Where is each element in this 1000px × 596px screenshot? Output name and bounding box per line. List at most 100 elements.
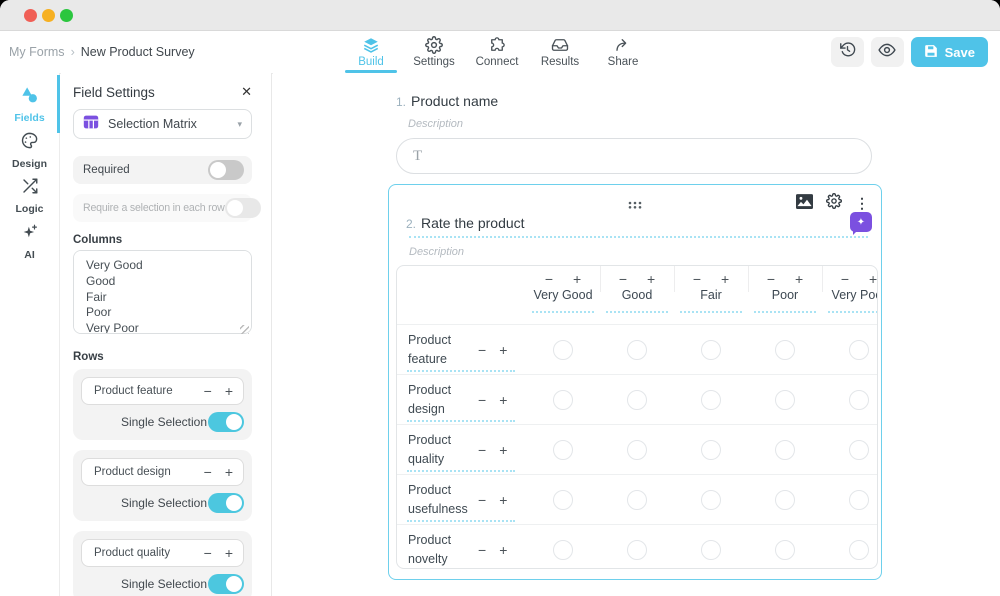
rail-item-ai[interactable]: AI bbox=[0, 219, 59, 265]
single-selection-toggle[interactable] bbox=[208, 412, 244, 432]
radio-option[interactable] bbox=[627, 440, 647, 460]
row-label-input[interactable] bbox=[92, 465, 198, 479]
matrix-row-label[interactable]: Product design bbox=[408, 381, 472, 419]
radio-option[interactable] bbox=[553, 490, 573, 510]
radio-option[interactable] bbox=[701, 490, 721, 510]
tab-build[interactable]: Build bbox=[343, 31, 399, 73]
remove-column-button[interactable]: − bbox=[693, 272, 701, 286]
ai-assistant-button[interactable]: ✦ bbox=[850, 212, 872, 232]
close-panel-icon[interactable]: ✕ bbox=[241, 84, 252, 100]
matrix-column-label[interactable]: Good bbox=[622, 288, 653, 302]
remove-row-button[interactable]: − bbox=[204, 465, 212, 479]
remove-row-button[interactable]: − bbox=[478, 493, 486, 507]
radio-option[interactable] bbox=[849, 440, 869, 460]
add-column-button[interactable]: + bbox=[647, 272, 655, 286]
radio-option[interactable] bbox=[553, 390, 573, 410]
radio-option[interactable] bbox=[849, 390, 869, 410]
remove-row-button[interactable]: − bbox=[478, 543, 486, 557]
minimize-window-icon[interactable] bbox=[42, 9, 55, 22]
radio-option[interactable] bbox=[849, 540, 869, 560]
add-row-button[interactable]: + bbox=[225, 465, 233, 479]
zoom-window-icon[interactable] bbox=[60, 9, 73, 22]
radio-option[interactable] bbox=[627, 390, 647, 410]
columns-textarea[interactable]: Very Good Good Fair Poor Very Poor bbox=[73, 250, 252, 334]
remove-row-button[interactable]: − bbox=[204, 546, 212, 560]
tab-connect[interactable]: Connect bbox=[469, 31, 525, 73]
add-row-button[interactable]: + bbox=[225, 546, 233, 560]
matrix-column-label[interactable]: Poor bbox=[772, 288, 798, 302]
add-row-button[interactable]: + bbox=[499, 493, 507, 507]
question-title[interactable]: Rate the product bbox=[421, 215, 525, 231]
radio-option[interactable] bbox=[627, 340, 647, 360]
radio-option[interactable] bbox=[775, 340, 795, 360]
question-title[interactable]: Product name bbox=[411, 93, 498, 109]
radio-option[interactable] bbox=[701, 540, 721, 560]
radio-option[interactable] bbox=[849, 490, 869, 510]
remove-column-button[interactable]: − bbox=[767, 272, 775, 286]
remove-column-button[interactable]: − bbox=[545, 272, 553, 286]
gear-icon[interactable] bbox=[826, 193, 842, 214]
remove-row-button[interactable]: − bbox=[478, 443, 486, 457]
radio-option[interactable] bbox=[701, 390, 721, 410]
radio-option[interactable] bbox=[553, 340, 573, 360]
more-options-icon[interactable]: ⋮ bbox=[855, 195, 869, 212]
radio-option[interactable] bbox=[775, 540, 795, 560]
single-selection-toggle[interactable] bbox=[208, 493, 244, 513]
radio-option[interactable] bbox=[775, 390, 795, 410]
revision-history-button[interactable] bbox=[831, 37, 864, 67]
matrix-column-label[interactable]: Very Good bbox=[533, 288, 592, 302]
row-label-input[interactable] bbox=[92, 546, 198, 560]
radio-option[interactable] bbox=[627, 540, 647, 560]
remove-column-button[interactable]: − bbox=[619, 272, 627, 286]
close-window-icon[interactable] bbox=[24, 9, 37, 22]
resize-handle[interactable] bbox=[240, 325, 249, 334]
breadcrumb-my-forms[interactable]: My Forms bbox=[9, 45, 65, 59]
matrix-row-label[interactable]: Product feature bbox=[408, 331, 472, 369]
drag-handle-icon[interactable] bbox=[628, 196, 643, 214]
add-row-button[interactable]: + bbox=[499, 543, 507, 557]
radio-option[interactable] bbox=[553, 440, 573, 460]
question-description-placeholder[interactable]: Description bbox=[388, 118, 900, 130]
radio-option[interactable] bbox=[627, 490, 647, 510]
row-label-input[interactable] bbox=[92, 384, 198, 398]
radio-option[interactable] bbox=[701, 340, 721, 360]
question-2-selected-card[interactable]: ⋮ 2. Rate the product ✦ Description bbox=[388, 184, 882, 580]
remove-row-button[interactable]: − bbox=[478, 393, 486, 407]
add-row-button[interactable]: + bbox=[499, 393, 507, 407]
matrix-column-label[interactable]: Fair bbox=[700, 288, 722, 302]
preview-form-button[interactable] bbox=[871, 37, 904, 67]
tab-share[interactable]: Share bbox=[595, 31, 651, 73]
required-toggle[interactable] bbox=[208, 160, 244, 180]
radio-option[interactable] bbox=[701, 440, 721, 460]
matrix-row-label[interactable]: Product usefulness bbox=[408, 481, 472, 519]
matrix-row-label[interactable]: Product quality bbox=[408, 431, 472, 469]
radio-option[interactable] bbox=[849, 340, 869, 360]
add-column-button[interactable]: + bbox=[869, 272, 877, 286]
add-column-button[interactable]: + bbox=[795, 272, 803, 286]
add-column-button[interactable]: + bbox=[721, 272, 729, 286]
rail-item-fields[interactable]: Fields bbox=[0, 81, 59, 127]
tab-settings[interactable]: Settings bbox=[406, 31, 462, 73]
add-column-button[interactable]: + bbox=[573, 272, 581, 286]
radio-option[interactable] bbox=[553, 540, 573, 560]
add-row-button[interactable]: + bbox=[499, 443, 507, 457]
question-description-placeholder[interactable]: Description bbox=[389, 246, 881, 258]
matrix-row-label[interactable]: Product novelty bbox=[408, 531, 472, 569]
product-name-input[interactable]: T bbox=[396, 138, 872, 174]
rail-item-logic[interactable]: Logic bbox=[0, 173, 59, 219]
image-icon[interactable] bbox=[796, 194, 813, 214]
add-row-button[interactable]: + bbox=[225, 384, 233, 398]
radio-option[interactable] bbox=[775, 490, 795, 510]
remove-row-button[interactable]: − bbox=[478, 343, 486, 357]
rail-item-design[interactable]: Design bbox=[0, 127, 59, 173]
tab-results[interactable]: Results bbox=[532, 31, 588, 73]
radio-option[interactable] bbox=[775, 440, 795, 460]
remove-column-button[interactable]: − bbox=[841, 272, 849, 286]
breadcrumb-form-title[interactable]: New Product Survey bbox=[81, 45, 195, 59]
save-button[interactable]: Save bbox=[911, 37, 988, 67]
remove-row-button[interactable]: − bbox=[204, 384, 212, 398]
matrix-column-label[interactable]: Very Poor bbox=[832, 288, 878, 302]
single-selection-toggle[interactable] bbox=[208, 574, 244, 594]
field-type-dropdown[interactable]: Selection Matrix ▾ bbox=[73, 109, 252, 139]
add-row-button[interactable]: + bbox=[499, 343, 507, 357]
